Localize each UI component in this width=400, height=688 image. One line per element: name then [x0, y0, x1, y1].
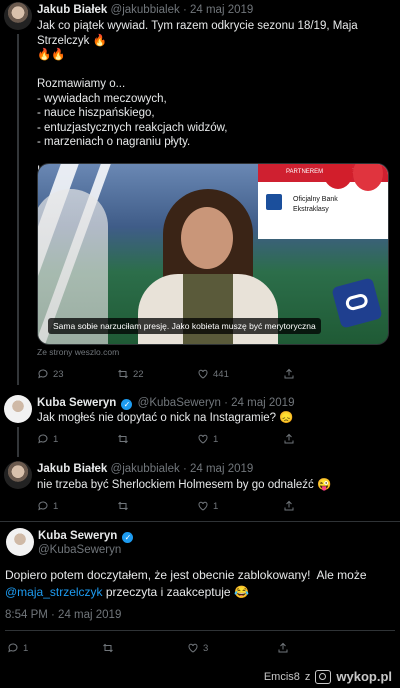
reply-button[interactable]: 1	[37, 500, 58, 512]
tweet-1: Jakub Białek @jakubbialek · 24 maj 2019 …	[0, 0, 400, 385]
retweet-icon	[118, 369, 128, 379]
card-source[interactable]: Ze strony weszlo.com	[37, 347, 119, 357]
tweet-actions: 23 22 441	[37, 368, 377, 382]
tweet-text: nie trzeba być Sherlockiem Holmesem by g…	[37, 479, 332, 491]
footer-user[interactable]: Emcis8	[264, 671, 300, 683]
author-name[interactable]: Jakub Białek	[37, 463, 107, 475]
like-count: 1	[213, 500, 219, 512]
tweet-header: Jakub Białek @jakubbialek · 24 maj 2019	[37, 463, 253, 475]
share-icon	[278, 642, 288, 653]
author-handle[interactable]: @KubaSeweryn	[38, 544, 121, 556]
retweet-count: 22	[133, 368, 144, 380]
reply-button[interactable]: 23	[37, 368, 64, 380]
mention-link[interactable]: @maja_strzelczyk	[5, 585, 103, 599]
author-handle[interactable]: @jakubbialek	[111, 463, 180, 475]
footer-site[interactable]: wykop.pl	[336, 669, 392, 684]
like-count: 3	[203, 642, 209, 654]
banner-text-1: Oficjalny Bank	[293, 196, 338, 203]
verified-icon: ✓	[122, 532, 134, 543]
tweet-date[interactable]: · 24 maj 2019	[224, 397, 294, 409]
retweet-button[interactable]	[117, 433, 129, 445]
avatar[interactable]	[4, 2, 32, 30]
tweet-text-main: Dopiero potem doczytałem, że jest obecni…	[5, 568, 367, 582]
ekstraklasa-logo-icon	[331, 277, 383, 329]
timestamp: 8:54 PM · 24 maj 2019	[5, 609, 122, 621]
reply-icon	[38, 369, 48, 379]
link-card[interactable]: PARTNEREM CYKLU JEST Oficjalny Bank Ekst…	[37, 163, 389, 345]
tweet-date[interactable]: · 24 maj 2019	[183, 4, 253, 16]
tweet-actions: 1 1	[37, 500, 377, 514]
reply-count: 23	[53, 368, 64, 380]
heart-icon	[188, 643, 198, 653]
share-icon	[284, 433, 294, 444]
tweet-header: Kuba Seweryn ✓ @KubaSeweryn · 24 maj 201…	[37, 397, 294, 410]
share-button[interactable]	[283, 433, 295, 445]
wykop-footer: Emcis8 z wykop.pl	[0, 666, 400, 688]
like-count: 441	[213, 368, 229, 380]
tweet-date[interactable]: · 24 maj 2019	[183, 463, 253, 475]
tweet-actions: 1 3	[7, 642, 387, 656]
retweet-icon	[103, 643, 113, 653]
divider	[5, 630, 395, 631]
share-button[interactable]	[277, 642, 289, 654]
share-button[interactable]	[283, 500, 295, 512]
heart-icon	[198, 369, 208, 379]
like-button[interactable]: 1	[197, 433, 218, 445]
tweet-text: Dopiero potem doczytałem, że jest obecni…	[5, 567, 395, 601]
like-button[interactable]: 3	[187, 642, 208, 654]
reply-icon	[8, 643, 18, 653]
tweet-text: Jak mogłeś nie dopytać o nick na Instagr…	[37, 412, 294, 424]
tweet-timestamp[interactable]: 8:54 PM · 24 maj 2019	[5, 609, 121, 621]
tweet-text: Jak co piątek wywiad. Tym razem odkrycie…	[37, 20, 358, 177]
reply-count: 1	[53, 433, 59, 445]
like-count: 1	[213, 433, 219, 445]
share-button[interactable]	[283, 368, 295, 380]
heart-icon	[198, 501, 208, 511]
author-name[interactable]: Kuba Seweryn	[38, 530, 117, 542]
share-icon	[284, 368, 294, 379]
avatar[interactable]	[4, 461, 32, 489]
retweet-button[interactable]: 22	[117, 368, 144, 380]
reply-button[interactable]: 1	[7, 642, 28, 654]
reply-icon	[38, 434, 48, 444]
tweet-actions: 1 1	[37, 433, 377, 447]
main-tweet: Kuba Seweryn ✓ @KubaSeweryn Dopiero pote…	[0, 522, 400, 666]
reply-icon	[38, 501, 48, 511]
tweet-2: Kuba Seweryn ✓ @KubaSeweryn · 24 maj 201…	[0, 385, 400, 457]
thread-line	[17, 427, 19, 457]
wykop-logo-icon	[315, 669, 332, 684]
reply-count: 1	[23, 642, 29, 654]
tweet-header: Kuba Seweryn ✓	[38, 530, 135, 543]
avatar[interactable]	[4, 395, 32, 423]
retweet-button[interactable]	[102, 642, 114, 654]
tweet-header: Jakub Białek @jakubbialek · 24 maj 2019	[37, 4, 253, 16]
like-button[interactable]: 1	[197, 500, 218, 512]
author-name[interactable]: Jakub Białek	[37, 4, 107, 16]
retweet-button[interactable]	[117, 500, 129, 512]
share-icon	[284, 500, 294, 511]
author-handle[interactable]: @KubaSeweryn	[138, 397, 221, 409]
retweet-icon	[118, 434, 128, 444]
author-name[interactable]: Kuba Seweryn	[37, 397, 116, 409]
tweet-handle-row: @KubaSeweryn	[38, 544, 121, 556]
tweet-text-end: przeczyta i zaakceptuje 😂	[102, 585, 249, 599]
balloons	[323, 164, 383, 194]
tweet-3: Jakub Białek @jakubbialek · 24 maj 2019 …	[0, 457, 400, 521]
author-handle[interactable]: @jakubbialek	[111, 4, 180, 16]
footer-z: z	[304, 670, 311, 683]
heart-icon	[198, 434, 208, 444]
retweet-icon	[118, 501, 128, 511]
reply-button[interactable]: 1	[37, 433, 58, 445]
verified-icon: ✓	[121, 399, 133, 410]
banner-text-2: Ekstraklasy	[293, 206, 329, 213]
like-button[interactable]: 441	[197, 368, 229, 380]
thread-line	[17, 34, 19, 385]
reply-count: 1	[53, 500, 59, 512]
card-caption: Sama sobie narzuciłam presję. Jako kobie…	[48, 318, 321, 334]
bank-logo-icon	[266, 194, 282, 210]
avatar[interactable]	[6, 528, 34, 556]
